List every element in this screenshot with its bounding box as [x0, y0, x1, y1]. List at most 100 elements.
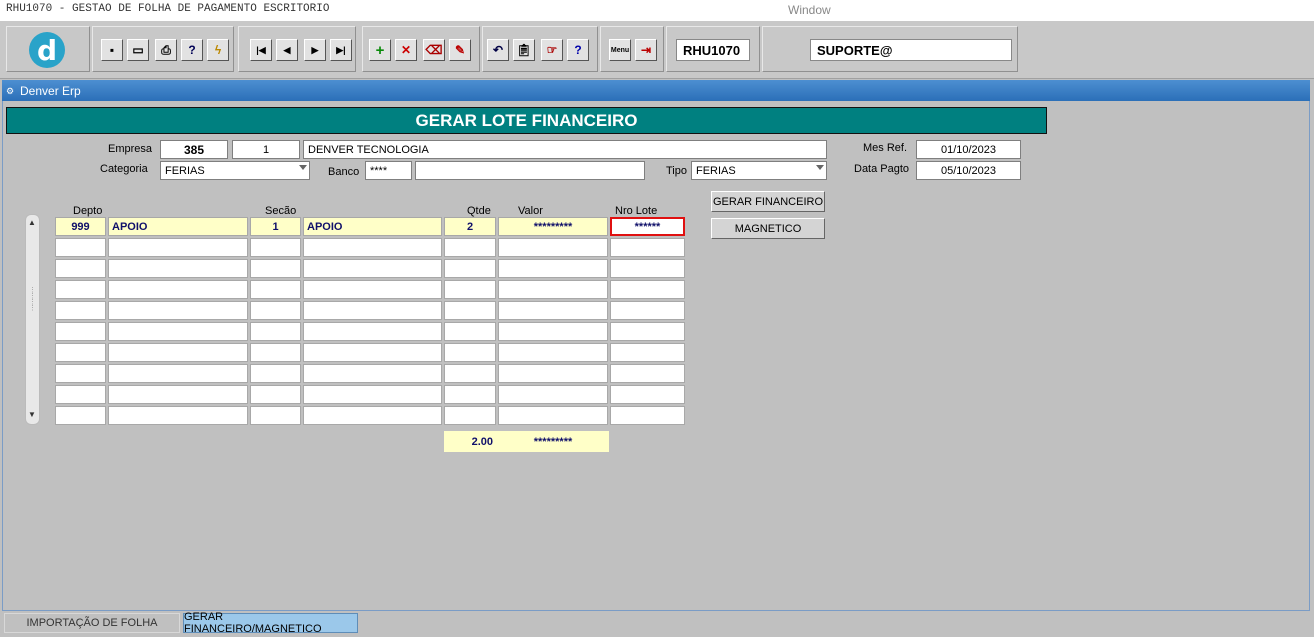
grid-cell-qtde[interactable]	[444, 280, 496, 299]
help-icon[interactable]: ?	[567, 39, 589, 61]
query-help-icon[interactable]: ?	[181, 39, 203, 61]
grid-cell-valor[interactable]: *********	[498, 217, 608, 236]
window-icon[interactable]: ▭	[127, 39, 149, 61]
grid-cell-nro-lote[interactable]: ******	[610, 217, 685, 236]
grid-cell-depto[interactable]	[55, 301, 106, 320]
grid-cell-nro-lote[interactable]	[610, 364, 685, 383]
categoria-select[interactable]: FERIAS	[160, 161, 310, 180]
grid-scrollbar[interactable]	[25, 214, 40, 425]
empresa-name-field[interactable]: DENVER TECNOLOGIA	[303, 140, 827, 159]
grid-cell-secao-name[interactable]	[303, 301, 442, 320]
execute-query-icon[interactable]: ϟ	[207, 39, 229, 61]
grid-cell-valor[interactable]	[498, 259, 608, 278]
grid-cell-secao-name[interactable]	[303, 364, 442, 383]
gerar-financeiro-button[interactable]: GERAR FINANCEIRO	[711, 191, 825, 212]
grid-cell-qtde[interactable]	[444, 238, 496, 257]
tab-gerar-financeiro[interactable]: GERAR FINANCEIRO/MAGNETICO	[183, 611, 358, 635]
grid-cell-valor[interactable]	[498, 343, 608, 362]
grid-cell-secao-name[interactable]	[303, 322, 442, 341]
grid-cell-depto[interactable]	[55, 238, 106, 257]
previous-record-icon[interactable]: ◀	[276, 39, 298, 61]
grid-cell-depto-name[interactable]	[108, 385, 248, 404]
last-record-icon[interactable]: ▶|	[330, 39, 352, 61]
grid-cell-nro-lote[interactable]	[610, 238, 685, 257]
grid-cell-qtde[interactable]: 2	[444, 217, 496, 236]
grid-cell-nro-lote[interactable]	[610, 280, 685, 299]
grid-cell-nro-lote[interactable]	[610, 301, 685, 320]
print-icon[interactable]: ⎙	[155, 39, 177, 61]
grid-cell-nro-lote[interactable]	[610, 259, 685, 278]
magnetico-button[interactable]: MAGNETICO	[711, 218, 825, 239]
grid-cell-secao-name[interactable]	[303, 259, 442, 278]
scroll-up-icon[interactable]: ▲	[28, 218, 36, 227]
grid-cell-secao-name[interactable]	[303, 385, 442, 404]
grid-cell-depto[interactable]: 999	[55, 217, 106, 236]
next-record-icon[interactable]: ▶	[304, 39, 326, 61]
grid-cell-secao[interactable]	[250, 343, 301, 362]
grid-cell-secao[interactable]: 1	[250, 217, 301, 236]
grid-cell-secao[interactable]	[250, 238, 301, 257]
grid-cell-depto[interactable]	[55, 322, 106, 341]
grid-cell-nro-lote[interactable]	[610, 343, 685, 362]
delete-record-icon[interactable]: ✕	[395, 39, 417, 61]
grid-cell-depto[interactable]	[55, 343, 106, 362]
tipo-select[interactable]: FERIAS	[691, 161, 827, 180]
grid-cell-secao[interactable]	[250, 280, 301, 299]
tab-importacao-folha[interactable]: IMPORTAÇÃO DE FOLHA	[4, 613, 180, 633]
grid-cell-secao[interactable]	[250, 364, 301, 383]
empresa-sub-field[interactable]: 1	[232, 140, 300, 159]
first-record-icon[interactable]: |◀	[250, 39, 272, 61]
grid-cell-nro-lote[interactable]	[610, 406, 685, 425]
grid-cell-depto-name[interactable]	[108, 280, 248, 299]
grid-cell-valor[interactable]	[498, 280, 608, 299]
grid-cell-secao-name[interactable]	[303, 406, 442, 425]
grid-cell-depto-name[interactable]	[108, 301, 248, 320]
grid-cell-qtde[interactable]	[444, 301, 496, 320]
grid-cell-depto-name[interactable]	[108, 238, 248, 257]
grid-cell-secao[interactable]	[250, 301, 301, 320]
grid-cell-depto[interactable]	[55, 406, 106, 425]
menu-icon[interactable]: Menu	[609, 39, 631, 61]
grid-cell-depto[interactable]	[55, 280, 106, 299]
grid-cell-secao-name[interactable]	[303, 238, 442, 257]
grid-cell-nro-lote[interactable]	[610, 322, 685, 341]
grid-cell-valor[interactable]	[498, 406, 608, 425]
scroll-down-icon[interactable]: ▼	[28, 410, 36, 419]
grid-cell-qtde[interactable]	[444, 322, 496, 341]
pointer-icon[interactable]: ☞	[541, 39, 563, 61]
grid-cell-secao[interactable]	[250, 406, 301, 425]
grid-cell-secao[interactable]	[250, 385, 301, 404]
grid-cell-depto[interactable]	[55, 364, 106, 383]
clipboard-icon[interactable]: 📋︎	[513, 39, 535, 61]
grid-cell-valor[interactable]	[498, 322, 608, 341]
grid-cell-depto-name[interactable]	[108, 322, 248, 341]
data-pagto-field[interactable]: 05/10/2023	[916, 161, 1021, 180]
grid-cell-secao-name[interactable]	[303, 343, 442, 362]
grid-cell-qtde[interactable]	[444, 406, 496, 425]
clear-record-icon[interactable]: ⌫	[423, 39, 445, 61]
exit-icon[interactable]: ⇥	[635, 39, 657, 61]
grid-cell-depto-name[interactable]	[108, 364, 248, 383]
empresa-code-field[interactable]: 385	[160, 140, 228, 159]
mes-ref-field[interactable]: 01/10/2023	[916, 140, 1021, 159]
grid-cell-valor[interactable]	[498, 385, 608, 404]
grid-cell-qtde[interactable]	[444, 364, 496, 383]
grid-cell-qtde[interactable]	[444, 385, 496, 404]
grid-cell-secao[interactable]	[250, 259, 301, 278]
grid-cell-depto-name[interactable]: APOIO	[108, 217, 248, 236]
grid-cell-qtde[interactable]	[444, 343, 496, 362]
edit-icon[interactable]: ✎	[449, 39, 471, 61]
grid-cell-valor[interactable]	[498, 364, 608, 383]
insert-record-icon[interactable]: +	[369, 39, 391, 61]
grid-cell-depto[interactable]	[55, 385, 106, 404]
banco-name-field[interactable]	[415, 161, 645, 180]
grid-cell-secao-name[interactable]: APOIO	[303, 217, 442, 236]
grid-cell-secao-name[interactable]	[303, 280, 442, 299]
grid-cell-qtde[interactable]	[444, 259, 496, 278]
grid-cell-valor[interactable]	[498, 301, 608, 320]
scroll-grip-icon[interactable]: ⋮ ⋮ ⋮ ⋮	[29, 287, 36, 312]
window-menu[interactable]: Window	[788, 3, 831, 17]
grid-cell-depto-name[interactable]	[108, 343, 248, 362]
save-icon[interactable]: ▪	[101, 39, 123, 61]
grid-cell-depto[interactable]	[55, 259, 106, 278]
